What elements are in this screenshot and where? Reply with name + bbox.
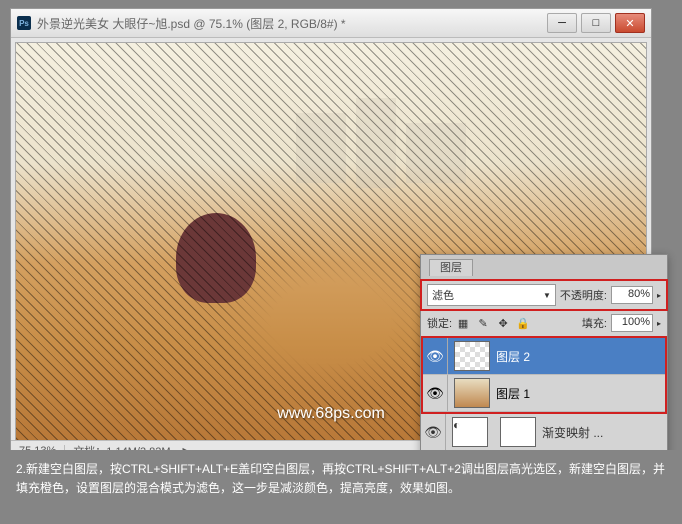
- window-controls: ─ □ ✕: [547, 13, 645, 33]
- close-button[interactable]: ✕: [615, 13, 645, 33]
- lock-move-icon[interactable]: ✥: [496, 317, 510, 330]
- mask-thumbnail[interactable]: [500, 417, 536, 447]
- blend-mode-value: 滤色: [432, 287, 454, 303]
- maximize-button[interactable]: □: [581, 13, 611, 33]
- blend-opacity-row: 滤色 ▼ 不透明度: 80% ▸: [421, 280, 667, 310]
- chevron-down-icon: ▼: [543, 291, 551, 300]
- layers-list: 👁 图层 2 👁 图层 1: [421, 336, 667, 414]
- opacity-chevron-icon[interactable]: ▸: [657, 291, 661, 300]
- layer-name[interactable]: 图层 2: [496, 348, 665, 365]
- visibility-toggle[interactable]: 👁: [423, 338, 448, 374]
- watermark: www.68ps.com: [277, 405, 385, 423]
- layer-name[interactable]: 图层 1: [496, 385, 665, 402]
- layer-row[interactable]: 👁 图层 1: [423, 375, 665, 412]
- minimize-button[interactable]: ─: [547, 13, 577, 33]
- lock-transparency-icon[interactable]: ▦: [456, 317, 470, 330]
- blend-mode-select[interactable]: 滤色 ▼: [427, 284, 556, 306]
- tab-layers[interactable]: 图层: [429, 259, 473, 276]
- lock-all-icon[interactable]: 🔒: [516, 317, 530, 330]
- layer-thumbnail[interactable]: [454, 341, 490, 371]
- ps-icon: Ps: [17, 16, 31, 30]
- layer-thumbnail[interactable]: [454, 378, 490, 408]
- titlebar: Ps 外景逆光美女 大眼仔~旭.psd @ 75.1% (图层 2, RGB/8…: [11, 9, 651, 38]
- lock-icons: ▦ ✎ ✥ 🔒: [456, 317, 530, 330]
- fill-input[interactable]: 100%: [611, 314, 653, 332]
- lock-fill-row: 锁定: ▦ ✎ ✥ 🔒 填充: 100% ▸: [421, 310, 667, 336]
- adjustment-thumbnail[interactable]: ◐: [452, 417, 488, 447]
- layer-name[interactable]: 渐变映射 ...: [542, 424, 667, 441]
- opacity-input[interactable]: 80%: [611, 286, 653, 304]
- fill-label: 填充:: [582, 315, 607, 331]
- fill-chevron-icon[interactable]: ▸: [657, 319, 661, 328]
- visibility-toggle[interactable]: 👁: [421, 414, 446, 450]
- layer-row[interactable]: 👁 图层 2: [423, 338, 665, 375]
- lock-paint-icon[interactable]: ✎: [476, 317, 490, 330]
- opacity-label: 不透明度:: [560, 287, 607, 303]
- document-title: 外景逆光美女 大眼仔~旭.psd @ 75.1% (图层 2, RGB/8#) …: [37, 15, 547, 32]
- lock-label: 锁定:: [427, 315, 452, 331]
- layer-row[interactable]: 👁 ◐ 渐变映射 ...: [421, 414, 667, 451]
- panel-tabs: 图层: [421, 255, 667, 280]
- visibility-toggle[interactable]: 👁: [423, 375, 448, 411]
- caption-text: 2.新建空白图层，按CTRL+SHIFT+ALT+E盖印空白图层，再按CTRL+…: [0, 450, 682, 524]
